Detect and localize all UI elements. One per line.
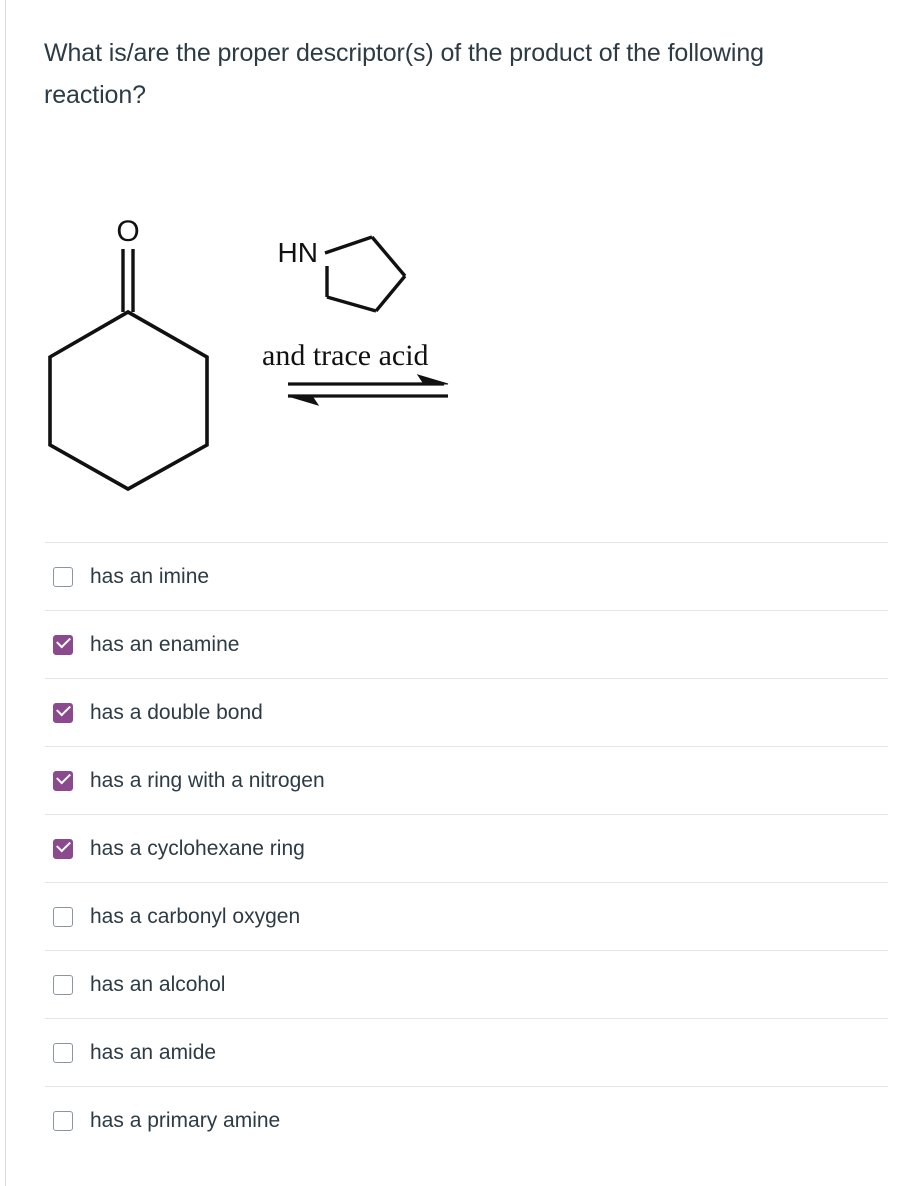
equilibrium-arrow: [287, 374, 449, 406]
option-label-8: has a primary amine: [90, 1109, 281, 1132]
pyrrolidine-hn-label: HN: [278, 237, 318, 268]
option-row-2[interactable]: has a double bond: [0, 678, 924, 747]
option-row-5[interactable]: has a carbonyl oxygen: [0, 882, 924, 951]
reaction-conditions-label: and trace acid: [262, 339, 429, 372]
option-label-0: has an imine: [90, 565, 210, 588]
checkbox-has-an-imine[interactable]: [53, 567, 73, 587]
checkbox-has-a-carbonyl-oxygen[interactable]: [53, 907, 73, 927]
option-row-7[interactable]: has an amide: [0, 1018, 924, 1087]
checkbox-has-an-amide[interactable]: [53, 1043, 73, 1063]
pyrrolidine-ring: [324, 235, 407, 313]
checkbox-has-an-alcohol[interactable]: [53, 975, 73, 995]
option-row-3[interactable]: has a ring with a nitrogen: [0, 746, 924, 815]
option-label-7: has an amide: [90, 1041, 217, 1064]
option-row-4[interactable]: has a cyclohexane ring: [0, 814, 924, 883]
option-label-5: has a carbonyl oxygen: [90, 905, 301, 928]
option-label-2: has a double bond: [90, 701, 263, 724]
option-row-1[interactable]: has an enamine: [0, 610, 924, 679]
checkbox-has-a-ring-with-a-nitrogen[interactable]: [53, 769, 73, 791]
cyclohexanone-ring: [48, 309, 209, 492]
option-row-0[interactable]: has an imine: [0, 542, 924, 611]
page-title: What is/are the proper descriptor(s) of …: [44, 39, 764, 109]
option-label-4: has a cyclohexane ring: [90, 837, 305, 860]
checkbox-has-a-primary-amine[interactable]: [53, 1111, 73, 1131]
checkbox-has-a-cyclohexane-ring[interactable]: [53, 837, 73, 859]
option-label-6: has an alcohol: [90, 973, 226, 996]
carbonyl-double-bond: [121, 249, 135, 312]
option-row-8[interactable]: has a primary amine: [0, 1086, 924, 1155]
option-label-3: has a ring with a nitrogen: [90, 769, 325, 792]
option-row-6[interactable]: has an alcohol: [0, 950, 924, 1019]
checkbox-has-a-double-bond[interactable]: [53, 701, 73, 723]
checkbox-has-an-enamine[interactable]: [53, 633, 73, 655]
carbonyl-oxygen-label: O: [116, 215, 139, 248]
answer-options-list: has an imine has an enamine has a double…: [0, 542, 924, 1155]
option-label-1: has an enamine: [90, 633, 240, 656]
